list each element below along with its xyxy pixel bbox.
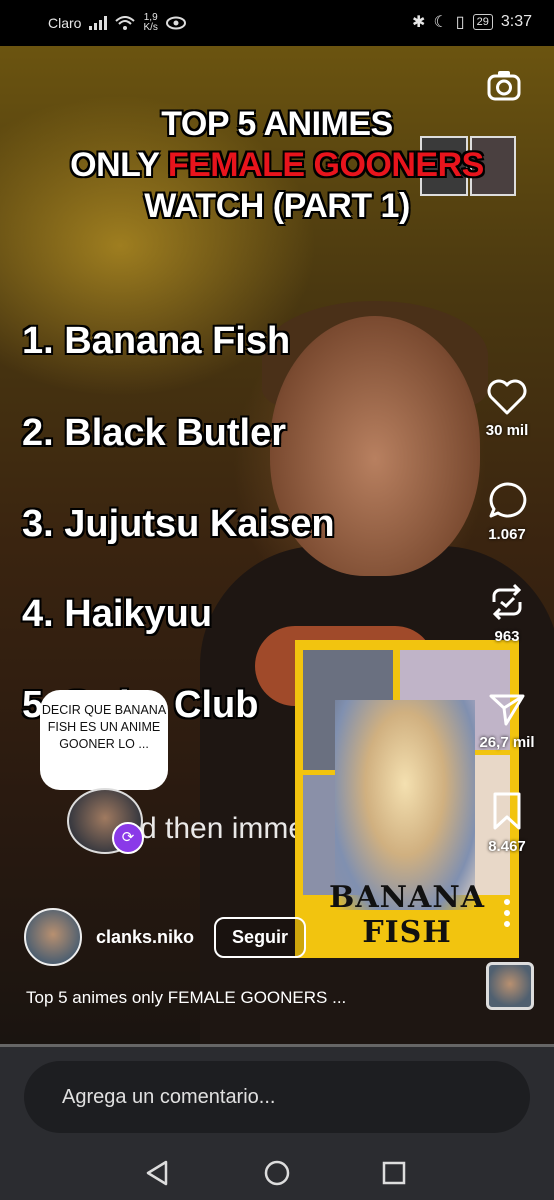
save-count: 8.467 <box>488 838 526 855</box>
author-username[interactable]: clanks.niko <box>96 927 194 948</box>
list-item: 3. Jujutsu Kaisen <box>22 503 335 545</box>
share-button[interactable]: 26,7 mil <box>470 688 544 751</box>
list-item: 1. Banana Fish <box>22 320 291 362</box>
repost-count: 963 <box>494 628 520 645</box>
comment-button[interactable]: 1.067 <box>470 480 544 543</box>
system-nav-bar <box>0 1147 554 1197</box>
repost-button[interactable]: 963 <box>470 582 544 645</box>
do-not-disturb-icon: ☾ <box>433 14 448 31</box>
carrier-label: Claro <box>48 15 82 31</box>
list-item: 4. Haikyuu <box>22 593 213 635</box>
list-item: 2. Black Butler <box>22 412 286 454</box>
battery-indicator: 29 <box>472 14 493 30</box>
heart-icon <box>487 379 527 415</box>
repost-comment-bubble[interactable]: DECIR QUE BANANA FISH ES UN ANIME GOONER… <box>40 690 168 790</box>
video-caption[interactable]: Top 5 animes only FEMALE GOONERS ... <box>26 988 346 1008</box>
comment-input[interactable]: Agrega un comentario... <box>24 1061 530 1133</box>
status-bar: Claro 1,9 K/s ✱ ☾ ▯ 29 3:37 <box>0 0 554 46</box>
comment-bubble-icon <box>489 482 527 518</box>
bookmark-icon <box>493 792 521 830</box>
status-time: 3:37 <box>500 13 532 30</box>
repost-badge-icon: ⟳ <box>112 822 144 854</box>
audio-thumbnail[interactable] <box>486 962 534 1010</box>
author-avatar[interactable] <box>24 908 82 966</box>
signal-icon <box>89 16 108 30</box>
send-icon <box>489 694 525 726</box>
bluetooth-icon: ✱ <box>412 14 426 31</box>
more-options-button[interactable] <box>470 898 544 934</box>
camera-icon[interactable] <box>486 68 522 104</box>
bottom-panel: Agrega un comentario... <box>0 1047 554 1200</box>
eye-icon <box>165 16 186 30</box>
video-title-overlay: TOP 5 ANIMES ONLY FEMALE GOONERS WATCH (… <box>70 105 484 225</box>
comment-count: 1.067 <box>488 526 526 543</box>
follow-button[interactable]: Seguir <box>214 916 307 958</box>
more-dots-icon <box>504 899 510 927</box>
wifi-icon <box>115 16 136 30</box>
home-icon[interactable] <box>257 1153 297 1193</box>
author-row: clanks.niko Seguir <box>24 908 307 966</box>
vibrate-icon: ▯ <box>455 14 465 31</box>
share-count: 26,7 mil <box>479 734 535 751</box>
repost-icon <box>492 583 522 621</box>
back-icon[interactable] <box>138 1153 178 1193</box>
like-count: 30 mil <box>485 422 529 439</box>
save-button[interactable]: 8.467 <box>470 790 544 855</box>
recents-icon[interactable] <box>374 1153 414 1193</box>
like-button[interactable]: 30 mil <box>470 378 544 439</box>
network-speed: 1,9 K/s <box>143 12 158 33</box>
